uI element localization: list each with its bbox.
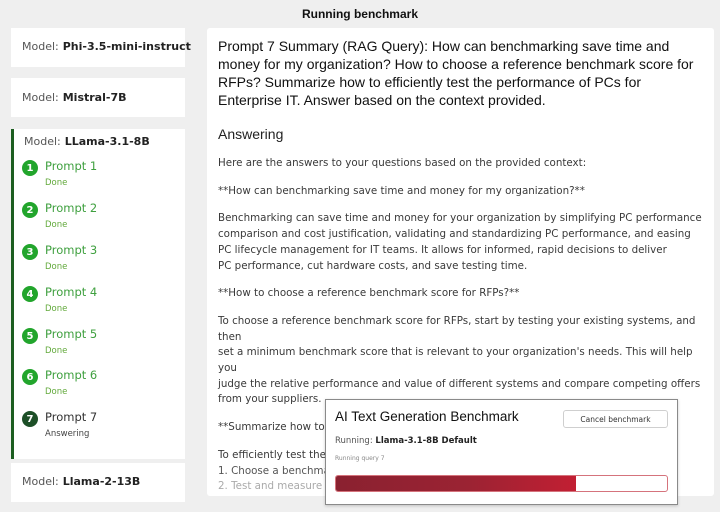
cancel-benchmark-button[interactable]: Cancel benchmark bbox=[563, 410, 668, 428]
prompt-status: Done bbox=[45, 387, 68, 397]
dialog-title: AI Text Generation Benchmark bbox=[335, 409, 519, 424]
model-prefix: Model: bbox=[24, 135, 61, 148]
benchmark-progress-dialog: AI Text Generation Benchmark Cancel benc… bbox=[325, 399, 678, 505]
prompt-item-3[interactable]: 3 Prompt 3 Done bbox=[22, 243, 172, 284]
model-prefix: Model: bbox=[22, 91, 59, 104]
model-label: Model: Mistral-7B bbox=[22, 91, 126, 104]
answer-question-1: **How can benchmarking save time and mon… bbox=[218, 184, 585, 197]
prompt-status: Answering bbox=[45, 429, 90, 439]
model-prefix: Model: bbox=[22, 475, 59, 488]
prompt-question: Prompt 7 Summary (RAG Query): How can be… bbox=[218, 38, 694, 108]
answer-intro: Here are the answers to your questions b… bbox=[218, 157, 587, 169]
model-card-mistral[interactable]: Model: Mistral-7B bbox=[11, 78, 185, 117]
prompt-status: Done bbox=[45, 178, 68, 188]
prompt-title: Prompt 7 bbox=[45, 410, 98, 424]
prompt-title: Prompt 2 bbox=[45, 201, 98, 215]
prompt-title: Prompt 4 bbox=[45, 285, 98, 299]
prompt-status: Done bbox=[45, 220, 68, 230]
answer-paragraph-2: To choose a reference benchmark score fo… bbox=[218, 314, 701, 406]
prompt-item-2[interactable]: 2 Prompt 2 Done bbox=[22, 201, 172, 242]
prompt-item-5[interactable]: 5 Prompt 5 Done bbox=[22, 327, 172, 368]
running-model-label: Running: Llama-3.1-8B Default bbox=[335, 436, 477, 446]
prompt-status: Done bbox=[45, 262, 68, 272]
running-model: Llama-3.1-8B Default bbox=[375, 436, 477, 446]
done-step-icon: 6 bbox=[22, 369, 38, 385]
prompt-item-1[interactable]: 1 Prompt 1 Done bbox=[22, 159, 172, 200]
done-step-icon: 1 bbox=[22, 160, 38, 176]
prompt-item-6[interactable]: 6 Prompt 6 Done bbox=[22, 368, 172, 409]
model-card-llama-2[interactable]: Model: Llama-2-13B bbox=[11, 463, 185, 502]
done-step-icon: 4 bbox=[22, 286, 38, 302]
prompt-title: Prompt 3 bbox=[45, 243, 98, 257]
model-card-llama-3-1[interactable]: Model: LLama-3.1-8B 1 Prompt 1 Done 2 Pro… bbox=[11, 129, 185, 459]
model-name: Phi-3.5-mini-instruct bbox=[62, 40, 191, 53]
done-step-icon: 5 bbox=[22, 328, 38, 344]
prompt-item-4[interactable]: 4 Prompt 4 Done bbox=[22, 285, 172, 326]
answer-paragraph-1: Benchmarking can save time and money for… bbox=[218, 212, 702, 272]
prompt-status: Done bbox=[45, 304, 68, 314]
model-name: Llama-2-13B bbox=[62, 475, 141, 488]
model-label: Model: Phi-3.5-mini-instruct bbox=[22, 40, 191, 53]
progress-bar-fill bbox=[336, 476, 577, 491]
model-card-phi[interactable]: Model: Phi-3.5-mini-instruct bbox=[11, 28, 191, 67]
model-label: Model: Llama-2-13B bbox=[22, 475, 140, 488]
model-name: Mistral-7B bbox=[62, 91, 127, 104]
done-step-icon: 3 bbox=[22, 244, 38, 260]
model-prefix: Model: bbox=[22, 40, 59, 53]
prompt-title: Prompt 1 bbox=[45, 159, 98, 173]
running-prefix: Running: bbox=[335, 436, 373, 446]
done-step-icon: 2 bbox=[22, 202, 38, 218]
running-query-status: Running query 7 bbox=[335, 455, 385, 462]
prompt-item-7[interactable]: 7 Prompt 7 Answering bbox=[22, 410, 172, 451]
answer-question-2: **How to choose a reference benchmark sc… bbox=[218, 287, 520, 300]
progress-bar bbox=[335, 475, 668, 492]
prompt-status: Done bbox=[45, 346, 68, 356]
status-heading: Answering bbox=[218, 126, 284, 142]
model-name: LLama-3.1-8B bbox=[64, 135, 150, 148]
prompt-title: Prompt 5 bbox=[45, 327, 98, 341]
current-step-icon: 7 bbox=[22, 411, 38, 427]
model-label: Model: LLama-3.1-8B bbox=[24, 135, 150, 148]
window-title: Running benchmark bbox=[301, 7, 418, 21]
prompt-title: Prompt 6 bbox=[45, 368, 98, 382]
